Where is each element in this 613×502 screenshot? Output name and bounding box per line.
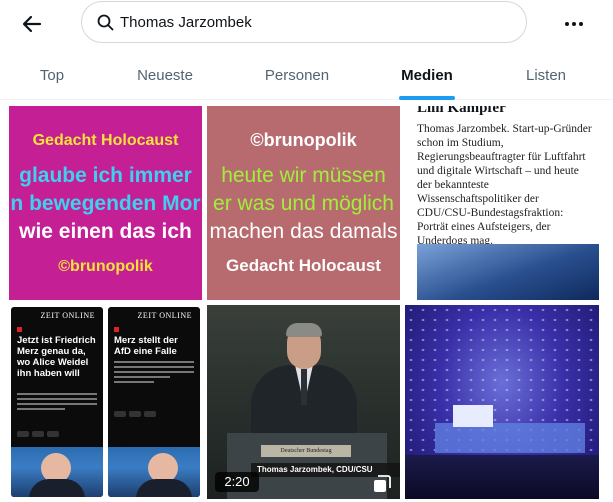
back-arrow-icon[interactable] bbox=[18, 10, 46, 38]
media-tile-zeit-screenshots[interactable]: ZEIT ONLINE Jetzt ist Friedrich Merz gen… bbox=[9, 305, 202, 499]
top-bar bbox=[0, 0, 613, 48]
media-tile-holocaust-rose[interactable]: ©brunopolik heute wir müssen er was und … bbox=[207, 106, 400, 300]
media-tile-bundestag-video[interactable]: Deutscher Bundestag Thomas Jarzombek, CD… bbox=[207, 305, 400, 499]
article-photo bbox=[417, 244, 599, 300]
active-tab-indicator bbox=[399, 96, 455, 100]
media-tile-conference-hall[interactable] bbox=[405, 305, 599, 499]
more-options-icon[interactable] bbox=[560, 10, 588, 38]
tab-neueste[interactable]: Neueste bbox=[104, 50, 226, 100]
article-author: Lilli Kampfer bbox=[417, 106, 506, 116]
article-text: Thomas Jarzombek. Start-up-Gründer schon… bbox=[417, 123, 592, 247]
zeit-screenshot-right: ZEIT ONLINE Merz stellt der AfD eine Fal… bbox=[108, 307, 200, 497]
zeit-screenshot-left: ZEIT ONLINE Jetzt ist Friedrich Merz gen… bbox=[11, 307, 103, 497]
search-icon bbox=[94, 11, 116, 33]
merz-photo bbox=[11, 447, 103, 497]
tab-personen[interactable]: Personen bbox=[226, 50, 368, 100]
media-grid: Gedacht Holocaust glaube ich immer n bew… bbox=[0, 104, 613, 502]
video-duration-badge: 2:20 bbox=[215, 472, 259, 492]
multiple-media-icon bbox=[373, 475, 391, 493]
media-tile-article[interactable]: Lilli Kampfer Thomas Jarzombek. Start-up… bbox=[405, 106, 599, 300]
tab-top[interactable]: Top bbox=[0, 50, 104, 100]
media-tile-holocaust-magenta[interactable]: Gedacht Holocaust glaube ich immer n bew… bbox=[9, 106, 202, 300]
search-input[interactable] bbox=[120, 13, 500, 31]
search-tabs: Top Neueste Personen Medien Listen bbox=[0, 50, 613, 100]
search-box[interactable] bbox=[81, 1, 527, 43]
tab-medien[interactable]: Medien bbox=[368, 50, 486, 100]
merz-photo bbox=[108, 447, 200, 497]
tab-listen[interactable]: Listen bbox=[486, 50, 606, 100]
